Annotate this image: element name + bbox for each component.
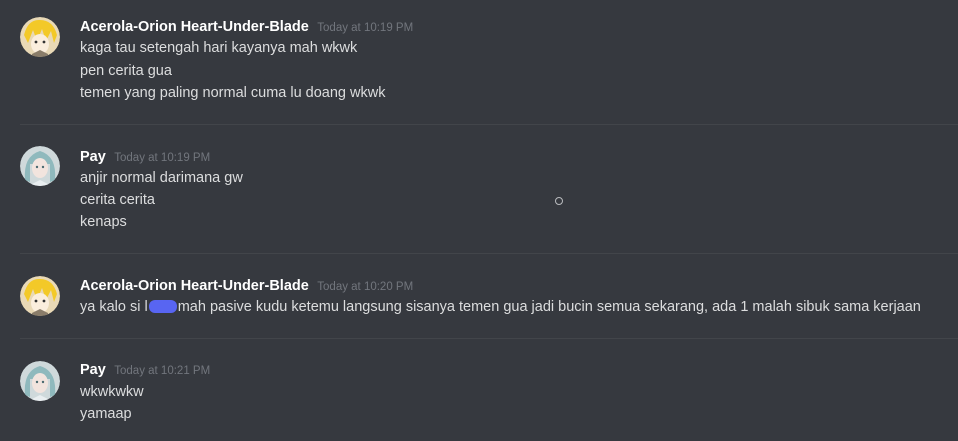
avatar[interactable]: [20, 17, 60, 57]
avatar[interactable]: [20, 361, 60, 401]
timestamp[interactable]: Today at 10:21 PM: [114, 365, 210, 377]
message-text-part: mah pasive kudu ketemu langsung sisanya …: [177, 299, 921, 315]
message-header: Pay Today at 10:19 PM: [80, 146, 210, 169]
message-header: Acerola-Orion Heart-Under-Blade Today at…: [80, 16, 413, 39]
message-divider: [20, 253, 958, 254]
message-text: pen cerita gua: [80, 63, 172, 79]
username[interactable]: Acerola-Orion Heart-Under-Blade: [80, 19, 309, 35]
anime-blonde-avatar-icon: [20, 276, 60, 316]
timestamp[interactable]: Today at 10:20 PM: [317, 281, 413, 293]
avatar[interactable]: [20, 146, 60, 186]
anime-silver-hair-avatar-icon: [20, 361, 60, 401]
message-text: temen yang paling normal cuma lu doang w…: [80, 85, 386, 101]
username[interactable]: Pay: [80, 149, 106, 165]
message-header: Acerola-Orion Heart-Under-Blade Today at…: [80, 275, 413, 298]
message-text: cerita cerita: [80, 192, 155, 208]
message-text: yamaap: [80, 406, 132, 422]
avatar[interactable]: [20, 276, 60, 316]
message-divider: [20, 124, 958, 125]
message-text: wkwkwkw: [80, 384, 144, 400]
timestamp[interactable]: Today at 10:19 PM: [114, 152, 210, 164]
timestamp[interactable]: Today at 10:19 PM: [317, 22, 413, 34]
redaction-mark: [148, 300, 177, 313]
message-text: anjir normal darimana gw: [80, 170, 243, 186]
message-text: kenaps: [80, 214, 127, 230]
username[interactable]: Pay: [80, 362, 106, 378]
message-divider: [20, 338, 958, 339]
mouse-cursor-icon: [555, 197, 563, 205]
message-text: ya kalo si l mah pasive kudu ketemu langs…: [80, 296, 921, 318]
username[interactable]: Acerola-Orion Heart-Under-Blade: [80, 278, 309, 294]
anime-blonde-avatar-icon: [20, 17, 60, 57]
message-text: kaga tau setengah hari kayanya mah wkwk: [80, 40, 358, 56]
message-header: Pay Today at 10:21 PM: [80, 359, 210, 382]
anime-silver-hair-avatar-icon: [20, 146, 60, 186]
message-text-part: ya kalo si l: [80, 299, 148, 315]
